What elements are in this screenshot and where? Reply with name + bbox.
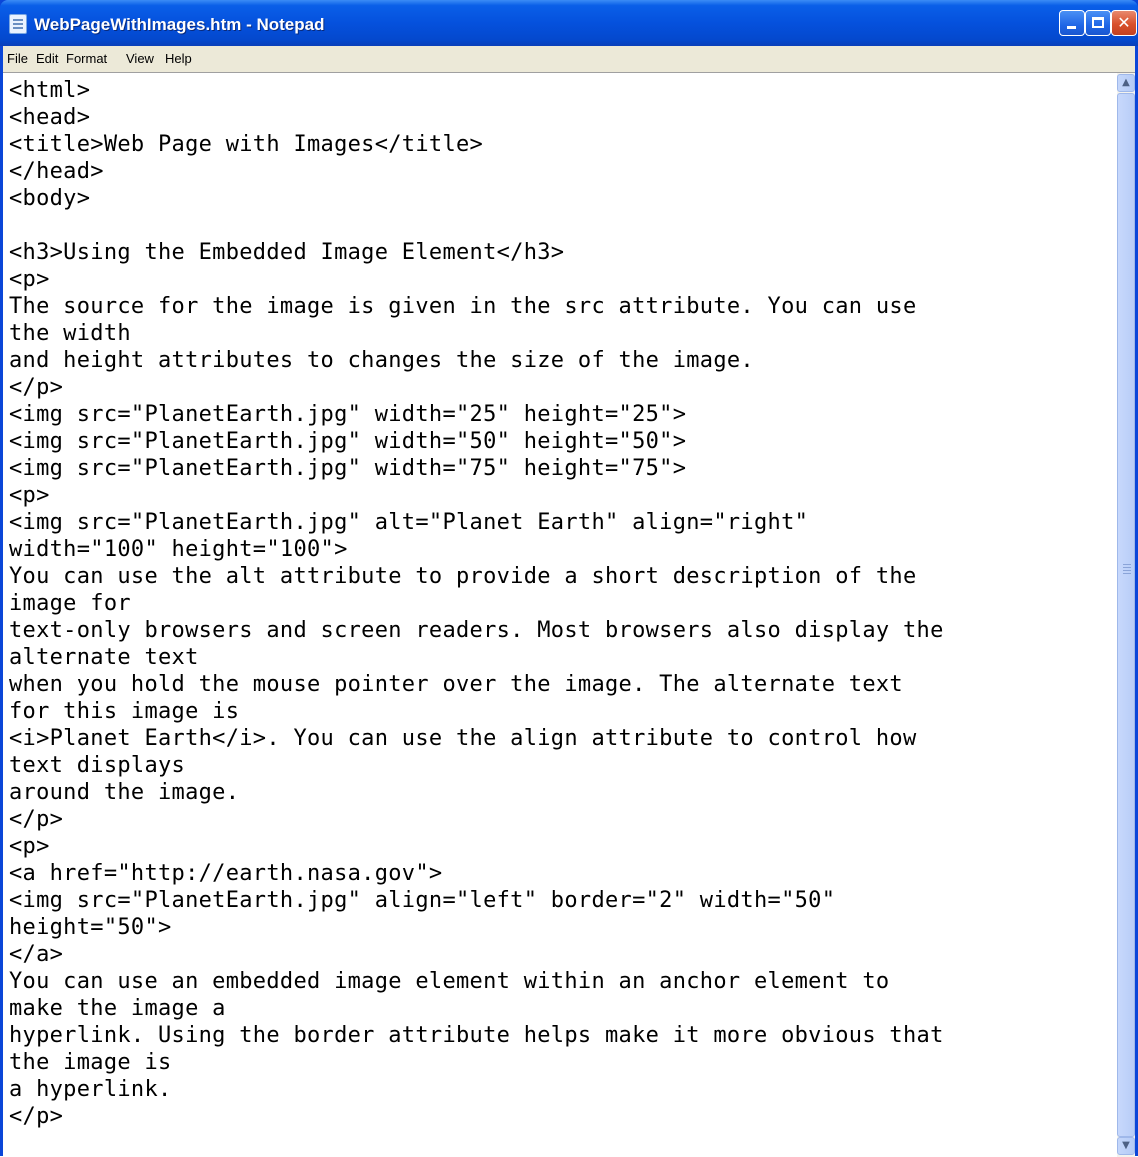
text-line: text-only browsers and screen readers. M… [9,618,944,643]
text-line: <head> [9,105,91,130]
vertical-scrollbar[interactable]: ▲ ▼ [1117,73,1135,1157]
text-line: <title>Web Page with Images</title> [9,132,484,157]
text-line: and height attributes to changes the siz… [9,348,754,373]
menu-format[interactable]: Format [66,51,107,67]
text-line: width="100" height="100"> [9,537,348,562]
grip-icon [1123,564,1131,565]
text-line: <p> [9,267,50,292]
notepad-icon[interactable] [9,14,27,34]
text-line: around the image. [9,780,240,805]
scroll-up-arrow-icon: ▲ [1122,77,1130,88]
text-line: <img src="PlanetEarth.jpg" width="75" he… [9,456,687,481]
maximize-button[interactable] [1085,10,1111,36]
scroll-down-arrow-icon: ▼ [1122,1140,1130,1151]
text-line: for this image is [9,699,240,724]
text-line: <i>Planet Earth</i>. You can use the ali… [9,726,917,751]
text-line: <a href="http://earth.nasa.gov"> [9,861,443,886]
menu-bar: File Edit Format View Help [3,46,1135,72]
text-line: <html> [9,78,91,103]
text-line: image for [9,591,131,616]
text-line: </p> [9,807,64,832]
maximize-icon [1092,17,1104,28]
text-line: a hyperlink. [9,1077,172,1102]
text-line: height="50"> [9,915,172,940]
text-line: You can use an embedded image element wi… [9,969,890,994]
text-line [9,212,1113,239]
scroll-up-button[interactable]: ▲ [1117,74,1135,92]
close-button[interactable]: ✕ [1111,10,1137,36]
text-line: The source for the image is given in the… [9,294,917,319]
text-line: make the image a [9,996,226,1021]
text-line: <img src="PlanetEarth.jpg" width="50" he… [9,429,687,454]
text-line: </head> [9,159,104,184]
menu-help[interactable]: Help [165,51,192,67]
text-line: <p> [9,834,50,859]
notepad-window: WebPageWithImages.htm - Notepad ✕ File E… [0,0,1138,1157]
scroll-down-button[interactable]: ▼ [1117,1137,1135,1155]
menu-edit[interactable]: Edit [36,51,58,67]
text-line: the image is [9,1050,172,1075]
text-line: <h3>Using the Embedded Image Element</h3… [9,240,565,265]
text-line: <body> [9,186,91,211]
title-bar[interactable]: WebPageWithImages.htm - Notepad ✕ [0,0,1138,46]
text-line: </p> [9,375,64,400]
text-line: text displays [9,753,186,778]
text-line: You can use the alt attribute to provide… [9,564,917,589]
close-icon: ✕ [1117,13,1131,32]
text-line: <img src="PlanetEarth.jpg" alt="Planet E… [9,510,809,535]
text-line: hyperlink. Using the border attribute he… [9,1023,944,1048]
text-line: alternate text [9,645,199,670]
text-line: </p> [9,1104,64,1129]
text-editor[interactable]: <html> <head> <title>Web Page with Images<… [9,77,1113,1153]
text-line: <img src="PlanetEarth.jpg" align="left" … [9,888,836,913]
scrollbar-thumb[interactable] [1117,93,1135,1137]
text-line: <img src="PlanetEarth.jpg" width="25" he… [9,402,687,427]
text-line: </a> [9,942,64,967]
menu-view[interactable]: View [126,51,154,67]
minimize-button[interactable] [1059,10,1085,36]
editor: <html> <head> <title>Web Page with Images<… [3,72,1135,1157]
menu-file[interactable]: File [7,51,28,67]
text-line: <p> [9,483,50,508]
text-line: when you hold the mouse pointer over the… [9,672,903,697]
window-title: WebPageWithImages.htm - Notepad [34,15,325,34]
minimize-icon [1067,26,1076,29]
text-line: the width [9,321,131,346]
